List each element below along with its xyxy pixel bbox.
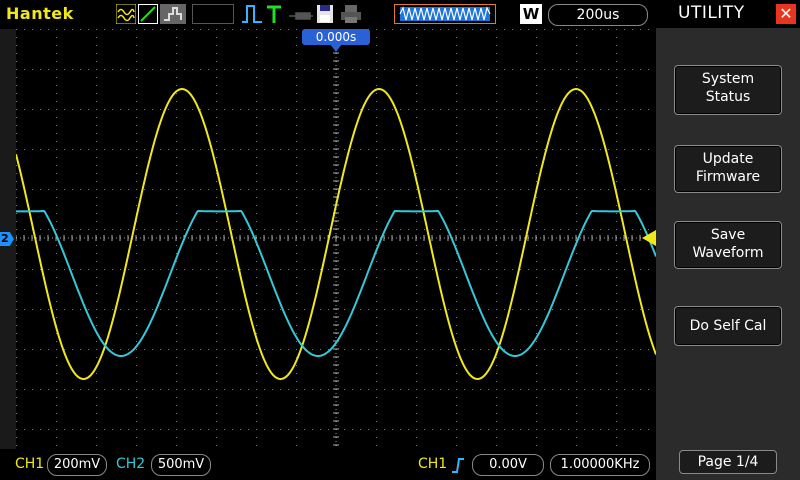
page-indicator-button[interactable]: Page 1/4 <box>679 450 777 474</box>
trigger-point-arrow <box>330 44 342 52</box>
trigger-source-label[interactable]: CH1 <box>418 456 447 472</box>
bottom-status-bar: CH1 200mV CH2 500mV CH1 0.00V 1.00000KHz <box>0 449 656 480</box>
trigger-level[interactable]: 0.00V <box>472 454 544 476</box>
memory-depth-icon <box>394 4 496 24</box>
persist-icon[interactable] <box>160 4 186 24</box>
system-status-button[interactable]: System Status <box>674 65 782 115</box>
waveform-display: 0.000s <box>15 28 657 449</box>
timebase-display[interactable]: 200us <box>548 4 648 26</box>
top-status-bar: Hantek W 200us <box>0 0 656 29</box>
blank-icon <box>192 4 234 24</box>
wave-mode-icon[interactable] <box>116 4 136 24</box>
brand-logo: Hantek <box>6 4 74 23</box>
ch1-scale[interactable]: 200mV <box>47 454 107 476</box>
scope-graticule <box>15 28 657 449</box>
printer-icon[interactable] <box>340 4 362 24</box>
trigger-offset-marker[interactable]: 0.000s <box>302 29 370 45</box>
menu-title: UTILITY <box>678 3 745 23</box>
ch1-label[interactable]: CH1 <box>15 456 44 472</box>
utility-menu-panel: UTILITY ✕ System Status Update Firmware … <box>656 0 800 480</box>
line-mode-icon[interactable] <box>138 4 158 24</box>
trigger-level-arrow[interactable] <box>642 230 656 246</box>
save-disk-icon[interactable] <box>316 4 334 24</box>
ch2-label[interactable]: CH2 <box>116 456 145 472</box>
ch2-position-marker[interactable]: 2 <box>0 232 14 246</box>
ch2-waveform <box>15 210 657 357</box>
do-self-cal-button[interactable]: Do Self Cal <box>674 306 782 346</box>
frequency-readout: 1.00000KHz <box>550 454 650 476</box>
w-indicator: W <box>520 4 542 24</box>
save-waveform-button[interactable]: Save Waveform <box>674 221 782 269</box>
probe-icon <box>289 12 313 20</box>
ch2-scale[interactable]: 500mV <box>151 454 211 476</box>
trigger-t-icon[interactable] <box>266 4 282 24</box>
close-icon[interactable]: ✕ <box>776 4 796 24</box>
rising-edge-icon[interactable] <box>451 457 465 473</box>
update-firmware-button[interactable]: Update Firmware <box>674 145 782 193</box>
pulse-trigger-icon[interactable] <box>241 4 263 24</box>
menu-header: UTILITY ✕ <box>656 0 800 28</box>
